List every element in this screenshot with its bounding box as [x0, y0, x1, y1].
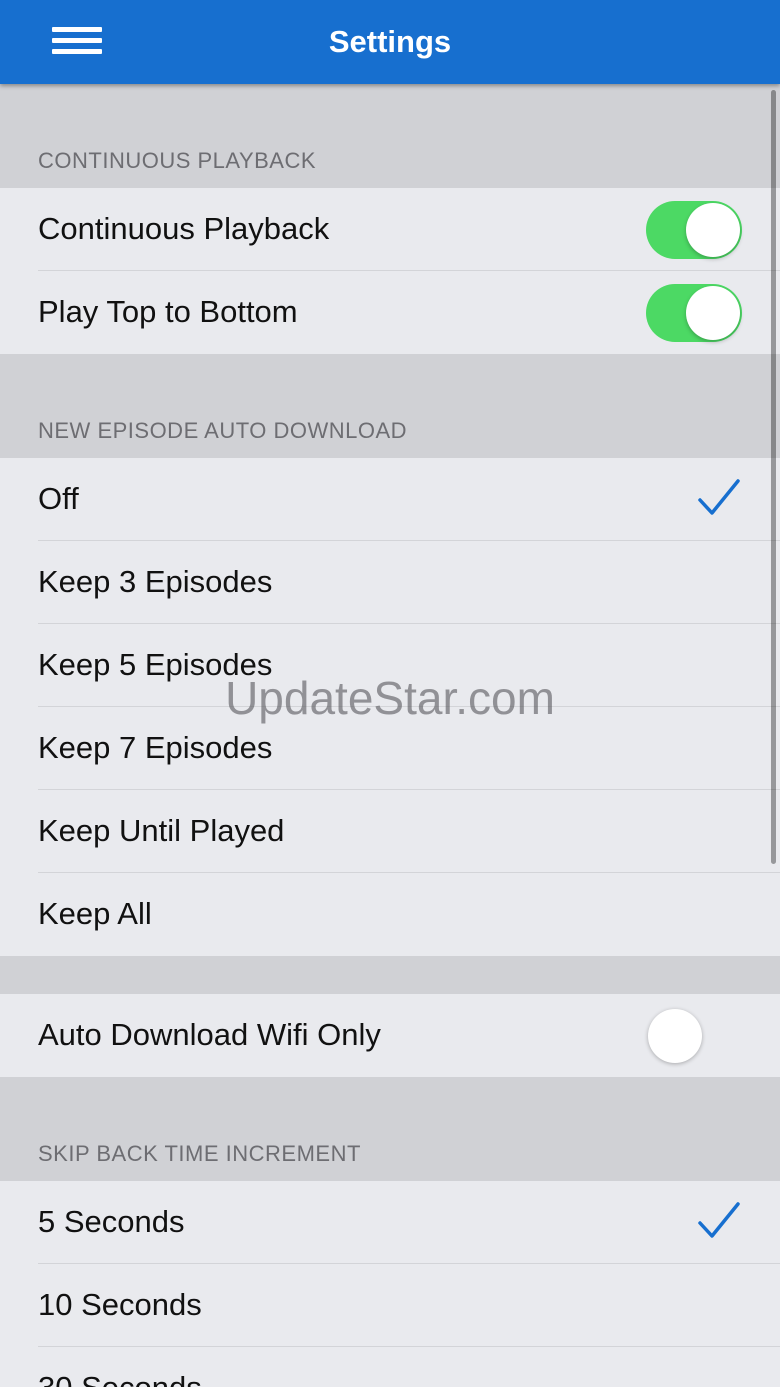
auto-download-wifi-only-toggle[interactable] — [646, 1007, 742, 1065]
watermark-text: UpdateStar.com — [225, 672, 555, 724]
scrollbar[interactable] — [771, 90, 776, 864]
skip-back-option-10[interactable]: 10 Seconds — [0, 1264, 780, 1347]
auto-download-option-keep-all[interactable]: Keep All — [0, 873, 780, 956]
checkmark-icon — [698, 479, 740, 515]
option-label: Keep Until Played — [38, 813, 285, 848]
toggle-knob — [686, 286, 740, 340]
skip-back-option-5[interactable]: 5 Seconds — [0, 1181, 780, 1264]
section-header-continuous-playback: CONTINUOUS PLAYBACK — [38, 148, 317, 173]
option-label: Keep 7 Episodes — [38, 730, 273, 765]
settings-list: CONTINUOUS PLAYBACK Continuous Playback … — [0, 84, 780, 1387]
auto-download-option-keep-3[interactable]: Keep 3 Episodes — [0, 541, 780, 624]
checkmark-icon — [698, 1202, 740, 1238]
page-title: Settings — [328, 24, 452, 59]
nav-bar: Settings — [0, 0, 780, 84]
continuous-playback-toggle[interactable] — [646, 201, 742, 259]
continuous-playback-label: Continuous Playback — [38, 211, 330, 246]
auto-download-option-keep-until-played[interactable]: Keep Until Played — [0, 790, 780, 873]
option-label: Off — [38, 481, 79, 516]
skip-back-group: 5 Seconds 10 Seconds 30 Seconds — [0, 1181, 780, 1387]
continuous-playback-group: Continuous Playback Play Top to Bottom — [0, 188, 780, 354]
section-header-skip-back: SKIP BACK TIME INCREMENT — [38, 1141, 361, 1166]
option-label: 10 Seconds — [38, 1287, 202, 1322]
wifi-group: Auto Download Wifi Only — [0, 994, 780, 1077]
auto-download-option-off[interactable]: Off — [0, 458, 780, 541]
play-top-to-bottom-row[interactable]: Play Top to Bottom — [0, 271, 780, 354]
option-label: Keep 3 Episodes — [38, 564, 273, 599]
option-label: 30 Seconds — [38, 1368, 202, 1387]
section-header-auto-download: NEW EPISODE AUTO DOWNLOAD — [38, 418, 408, 443]
play-top-to-bottom-label: Play Top to Bottom — [38, 294, 298, 329]
play-top-to-bottom-toggle[interactable] — [646, 284, 742, 342]
auto-download-wifi-only-row[interactable]: Auto Download Wifi Only — [0, 994, 780, 1077]
auto-download-wifi-only-label: Auto Download Wifi Only — [38, 1017, 381, 1052]
option-label: Keep All — [38, 896, 152, 931]
skip-back-option-30[interactable]: 30 Seconds — [0, 1347, 780, 1387]
continuous-playback-row[interactable]: Continuous Playback — [0, 188, 780, 271]
option-label: 5 Seconds — [38, 1204, 185, 1239]
toggle-knob — [686, 203, 740, 257]
toggle-knob — [648, 1009, 702, 1063]
